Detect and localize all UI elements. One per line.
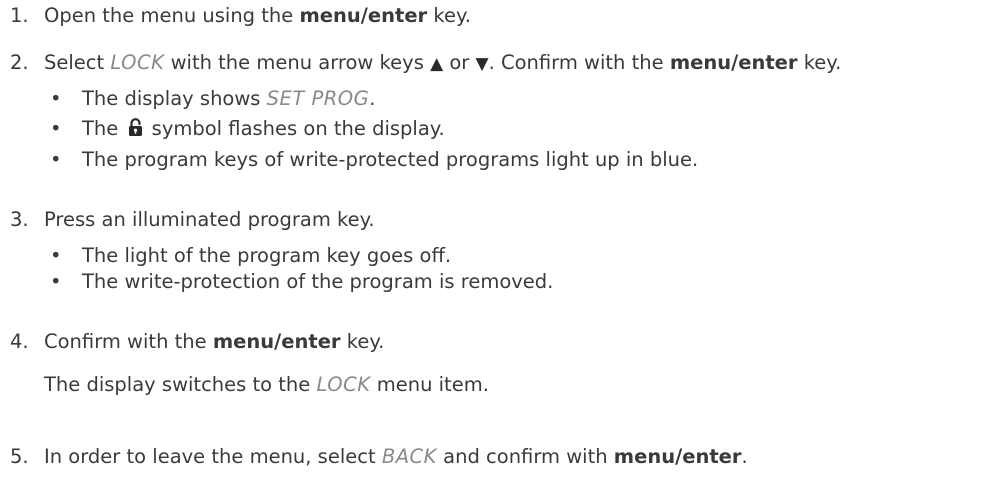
bullet-text: The symbol flashes on the display.: [82, 117, 445, 140]
step-3-bullet-1: • The light of the program key goes off.: [10, 244, 970, 268]
step-4: 4. Confirm with the menu/enter key.: [10, 330, 970, 354]
display-text: SET PROG: [266, 87, 370, 110]
step-5: 5. In order to leave the menu, select BA…: [10, 445, 980, 469]
arrow-up-icon: ▲: [430, 54, 444, 74]
bullet-marker: •: [50, 117, 62, 140]
step-4-result: The display switches to the LOCK menu it…: [10, 373, 970, 397]
key-name: menu/enter: [669, 51, 798, 74]
key-name: menu/enter: [613, 445, 742, 468]
step-number: 5.: [10, 445, 29, 468]
display-text: BACK: [381, 445, 437, 468]
step-3: 3. Press an illuminated program key.: [10, 208, 970, 232]
bullet-text: The write-protection of the program is r…: [82, 270, 554, 293]
result-text: The display switches to the LOCK menu it…: [44, 373, 489, 396]
step-number: 2.: [10, 51, 29, 74]
bullet-text: The program keys of write-protected prog…: [82, 148, 699, 171]
step-2: 2. Select LOCK with the menu arrow keys …: [10, 51, 980, 75]
bullet-marker: •: [50, 270, 62, 293]
key-name: menu/enter: [299, 4, 428, 27]
bullet-marker: •: [50, 244, 62, 267]
bullet-marker: •: [50, 148, 62, 171]
display-text: LOCK: [316, 373, 371, 396]
bullet-text: The display shows SET PROG.: [82, 87, 376, 110]
bullet-text: The light of the program key goes off.: [82, 244, 452, 267]
step-3-bullet-2: • The write-protection of the program is…: [10, 270, 970, 294]
step-number: 1.: [10, 4, 29, 27]
step-text: Press an illuminated program key.: [44, 208, 375, 231]
step-text: In order to leave the menu, select BACK …: [44, 445, 748, 468]
step-2-bullet-3: • The program keys of write-protected pr…: [10, 148, 970, 172]
key-name: menu/enter: [212, 330, 341, 353]
bullet-marker: •: [50, 87, 62, 110]
step-number: 3.: [10, 208, 29, 231]
display-text: LOCK: [110, 51, 165, 74]
instruction-document: 1. Open the menu using the menu/enter ke…: [0, 0, 988, 488]
arrow-down-icon: ▼: [475, 54, 489, 74]
step-2-bullet-1: • The display shows SET PROG.: [10, 87, 970, 111]
step-text: Confirm with the menu/enter key.: [44, 330, 385, 353]
step-2-bullet-2: • The symbol flashes on the display.: [10, 117, 970, 141]
step-text: Open the menu using the menu/enter key.: [44, 4, 471, 27]
step-number: 4.: [10, 330, 29, 353]
unlocked-padlock-icon: [129, 118, 143, 136]
step-1: 1. Open the menu using the menu/enter ke…: [10, 4, 970, 28]
step-text: Select LOCK with the menu arrow keys ▲ o…: [44, 51, 842, 74]
